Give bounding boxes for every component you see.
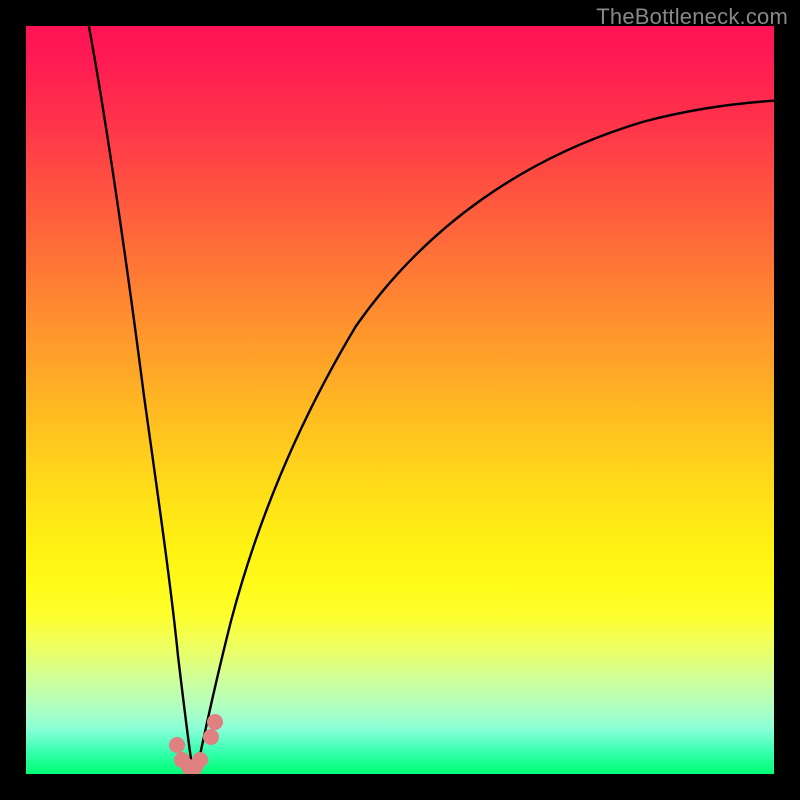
curve-right-branch bbox=[196, 100, 774, 774]
highlight-dots bbox=[169, 714, 223, 774]
bottleneck-curve bbox=[26, 26, 774, 774]
chart-frame: TheBottleneck.com bbox=[0, 0, 800, 800]
curve-left-branch bbox=[87, 26, 194, 774]
watermark-text: TheBottleneck.com bbox=[596, 4, 788, 30]
plot-area bbox=[26, 26, 774, 774]
